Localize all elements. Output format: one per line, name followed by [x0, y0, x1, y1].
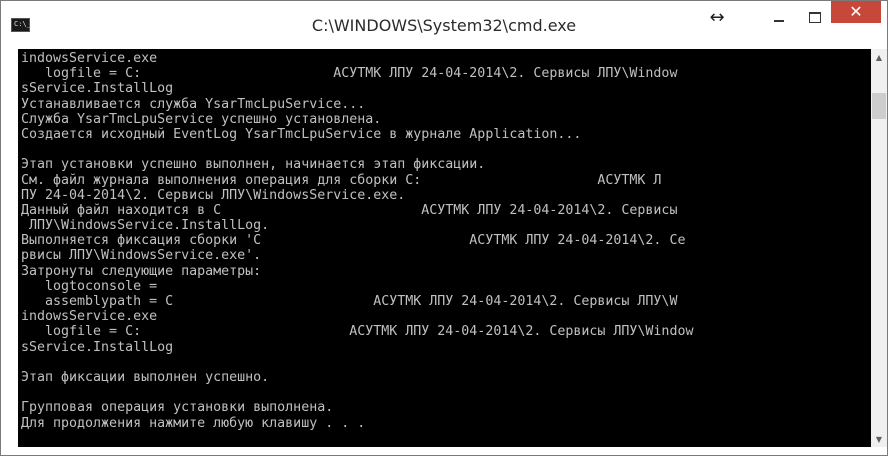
scroll-thumb[interactable]: [872, 93, 886, 119]
console-output[interactable]: indowsService.exe logfile = C: АСУТМК ЛП…: [18, 49, 871, 447]
scroll-up-button[interactable]: ▲: [871, 49, 887, 65]
window-title: C:\WINDOWS\System32\cmd.exe: [311, 16, 577, 35]
console-line: См. файл журнала выполнения операция для…: [21, 172, 662, 188]
console-line: assemblypath = C АСУТМК ЛПУ 24-04-2014\2…: [21, 294, 678, 309]
console-line: рвисы ЛПУ\WindowsService.exe'.: [21, 248, 262, 264]
resize-arrows-icon: ↔: [709, 6, 725, 28]
close-button[interactable]: ✕: [831, 1, 881, 23]
scroll-up-icon: ▲: [875, 52, 883, 62]
scroll-down-button[interactable]: ▼: [871, 431, 887, 447]
console-line: Служба YsarTmcLpuService успешно установ…: [21, 111, 382, 127]
title-bar[interactable]: C:\_ C:\WINDOWS\System32\cmd.exe ↔ ✕: [1, 1, 887, 49]
console-line: logfile = C: АСУТМК ЛПУ 24-04-2014\2. Се…: [21, 324, 694, 340]
console-line: Затронуты следующие параметры:: [21, 263, 262, 279]
minimize-button[interactable]: [766, 1, 792, 33]
console-line: logfile = C: АСУТМК ЛПУ 24-04-2014\2. Се…: [21, 66, 678, 82]
console-line: indowsService.exe: [21, 309, 158, 325]
window-bottom-border: [1, 447, 887, 455]
console-line: Выполняется фиксация сборки 'C АСУТМК ЛП…: [21, 233, 686, 249]
console-line: ЛПУ\WindowsService.InstallLog.: [21, 218, 270, 234]
console-text: indowsService.exe logfile = C: АСУТМК ЛП…: [21, 51, 693, 431]
console-line: ПУ 24-04-2014\2. Сервисы ЛПУ\WindowsServ…: [21, 187, 406, 203]
cmd-app-icon-label: C:\_: [14, 20, 31, 28]
console-line: Для продолжения нажмите любую клавишу . …: [21, 415, 366, 431]
console-line: indowsService.exe: [21, 51, 158, 66]
console-line: sService.InstallLog: [21, 81, 174, 97]
maximize-button[interactable]: [801, 1, 829, 33]
console-line: logtoconsole =: [21, 278, 158, 294]
close-icon: ✕: [849, 2, 863, 21]
console-line: Этап установки успешно выполнен, начинае…: [21, 157, 486, 173]
console-line: Создается исходный EventLog YsarTmcLpuSe…: [21, 126, 582, 142]
console-line: Устанавливается служба YsarTmcLpuService…: [21, 96, 366, 112]
cmd-app-icon[interactable]: C:\_: [11, 18, 31, 32]
minimize-icon: [774, 20, 784, 22]
maximize-icon: [809, 11, 821, 23]
console-line: Групповая операция установки выполнена.: [21, 400, 334, 416]
console-line: Данный файл находится в C АСУТМК ЛПУ 24-…: [21, 202, 678, 218]
vertical-scrollbar[interactable]: ▲ ▼: [871, 49, 887, 447]
scroll-down-icon: ▼: [875, 434, 883, 444]
cmd-window: C:\_ C:\WINDOWS\System32\cmd.exe ↔ ✕ ind…: [0, 0, 888, 456]
console-line: sService.InstallLog: [21, 339, 174, 355]
console-line: Этап фиксации выполнен успешно.: [21, 369, 270, 385]
